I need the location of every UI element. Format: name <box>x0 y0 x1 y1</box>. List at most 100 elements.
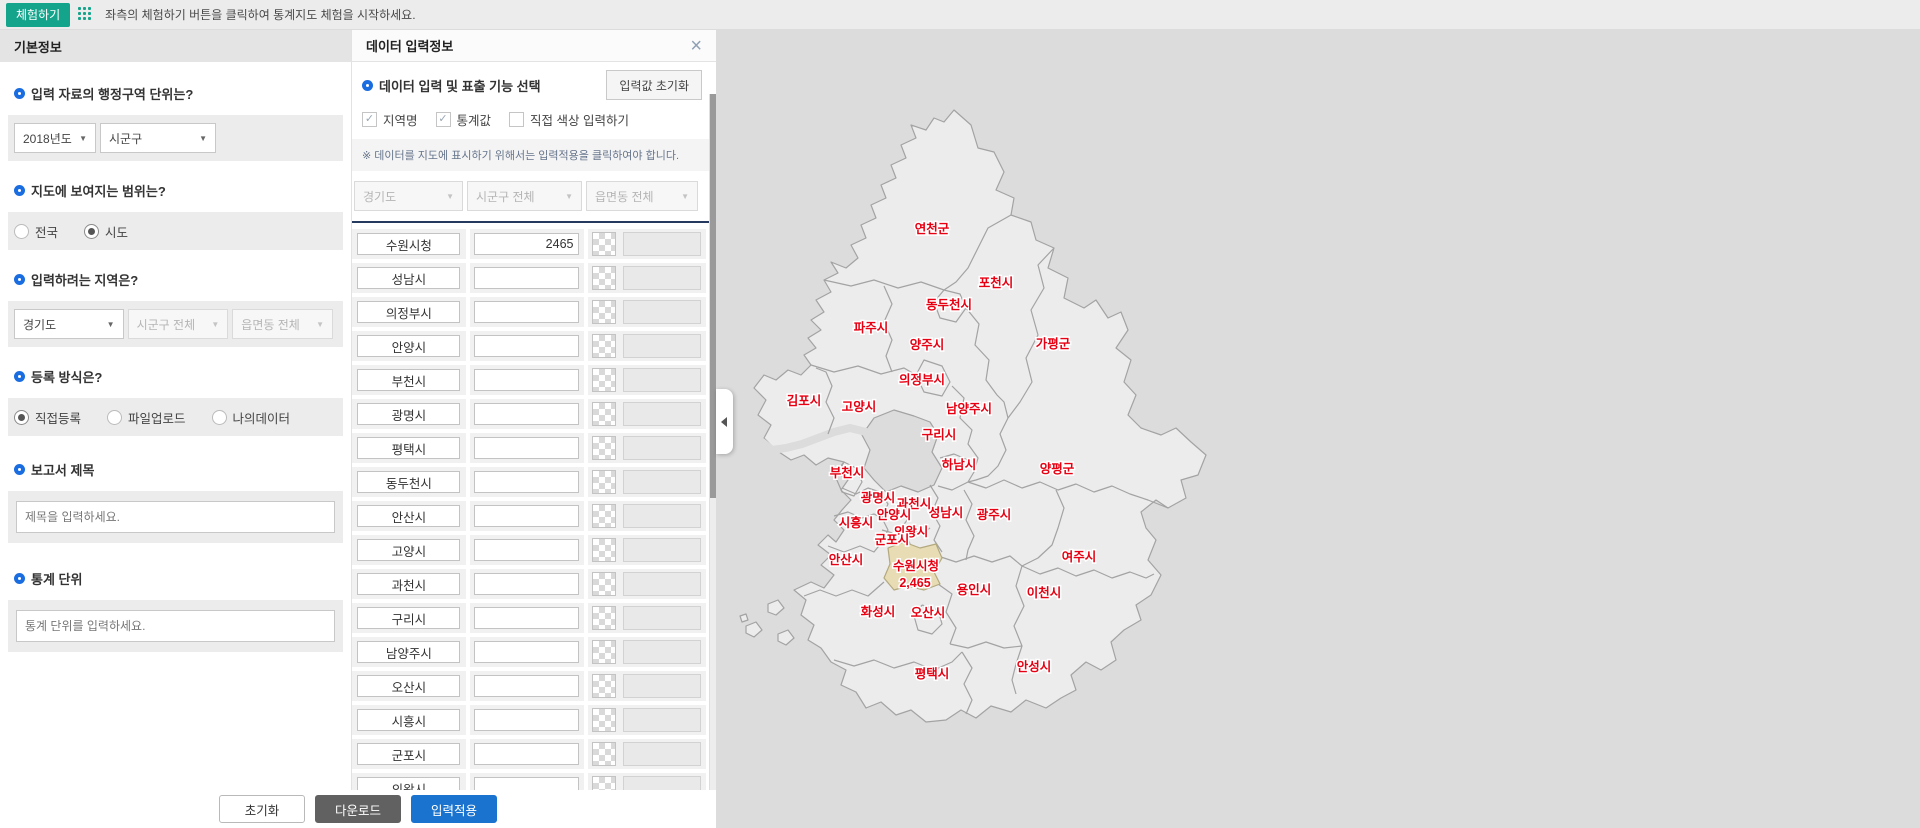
pattern-swatch[interactable] <box>592 368 617 392</box>
region-name-input[interactable] <box>357 709 461 731</box>
region-name-input[interactable] <box>357 539 461 561</box>
region-name-input[interactable] <box>357 573 461 595</box>
pattern-swatch[interactable] <box>592 334 617 358</box>
region-value-input[interactable] <box>474 743 580 765</box>
region-value-input[interactable] <box>474 335 580 357</box>
region-name-input[interactable] <box>357 233 461 255</box>
region-value-input[interactable] <box>474 675 580 697</box>
region-name-input[interactable] <box>357 403 461 425</box>
color-box[interactable] <box>623 606 702 630</box>
color-box[interactable] <box>623 368 702 392</box>
pattern-swatch[interactable] <box>592 266 617 290</box>
region-name-input[interactable] <box>357 369 461 391</box>
color-box[interactable] <box>623 572 702 596</box>
panel-collapse-handle[interactable] <box>716 389 733 454</box>
pattern-swatch[interactable] <box>592 776 617 790</box>
select-시군구[interactable]: 시군구 ▼ <box>100 123 216 153</box>
map-label-안성시: 안성시 <box>1017 659 1052 674</box>
color-box[interactable] <box>623 266 702 290</box>
apply-button[interactable]: 입력적용 <box>411 795 497 823</box>
select-시군구 전체: 시군구 전체 ▼ <box>467 181 582 211</box>
bullet-icon <box>14 464 25 475</box>
color-box[interactable] <box>623 742 702 766</box>
select-2018년도[interactable]: 2018년도 ▼ <box>14 123 96 153</box>
pattern-swatch[interactable] <box>592 572 617 596</box>
radio-전국[interactable]: 전국 <box>14 222 58 241</box>
scrollbar[interactable] <box>709 94 716 790</box>
gyeonggi-map[interactable]: 연천군포천시동두천시파주시양주시 가평군의정부시김포시 고양시 남양주시구리시하남시 양… <box>716 30 1920 827</box>
region-value-input[interactable] <box>474 777 580 790</box>
color-box[interactable] <box>623 776 702 790</box>
color-box[interactable] <box>623 436 702 460</box>
region-name-input[interactable] <box>357 301 461 323</box>
report-title-input[interactable] <box>16 501 335 533</box>
close-icon[interactable]: × <box>690 36 702 56</box>
region-name-input[interactable] <box>357 777 461 790</box>
region-value-input[interactable] <box>474 437 580 459</box>
region-value-input[interactable] <box>474 607 580 629</box>
region-value-input[interactable] <box>474 573 580 595</box>
region-row <box>352 433 706 463</box>
color-box[interactable] <box>623 402 702 426</box>
region-value-input[interactable] <box>474 471 580 493</box>
try-button[interactable]: 체험하기 <box>6 2 71 27</box>
region-name-input[interactable] <box>357 641 461 663</box>
pattern-swatch[interactable] <box>592 640 617 664</box>
checkbox-직접 색상 입력하기[interactable]: ✓직접 색상 입력하기 <box>509 110 629 129</box>
region-name-input[interactable] <box>357 267 461 289</box>
color-box[interactable] <box>623 674 702 698</box>
color-box[interactable] <box>623 334 702 358</box>
pattern-swatch[interactable] <box>592 538 617 562</box>
region-name-input[interactable] <box>357 335 461 357</box>
region-name-input[interactable] <box>357 607 461 629</box>
region-value-input[interactable] <box>474 301 580 323</box>
color-box[interactable] <box>623 640 702 664</box>
map-label-김포시: 김포시 <box>787 393 822 408</box>
pattern-swatch[interactable] <box>592 232 617 256</box>
pattern-swatch[interactable] <box>592 470 617 494</box>
region-value-input[interactable] <box>474 709 580 731</box>
stat-unit-box <box>8 600 343 652</box>
color-box[interactable] <box>623 504 702 528</box>
region-name-input[interactable] <box>357 437 461 459</box>
color-box[interactable] <box>623 232 702 256</box>
pattern-swatch[interactable] <box>592 742 617 766</box>
pattern-swatch[interactable] <box>592 674 617 698</box>
map-area[interactable]: 연천군 포천시 동두천시 파주시 양주시 가평군 의정부시 김포시 고양시 남양주시 구리시 하남시 양… <box>716 30 1920 828</box>
map-label-양주시: 양주시 <box>910 337 945 352</box>
pattern-swatch[interactable] <box>592 504 617 528</box>
region-name-input[interactable] <box>357 743 461 765</box>
pattern-swatch[interactable] <box>592 300 617 324</box>
region-value-input[interactable] <box>474 641 580 663</box>
province-outline[interactable] <box>753 109 1207 723</box>
pattern-swatch[interactable] <box>592 436 617 460</box>
stat-unit-input[interactable] <box>16 610 335 642</box>
grid-menu-icon[interactable] <box>78 7 93 22</box>
select-경기도[interactable]: 경기도 ▼ <box>14 309 124 339</box>
reset-values-button[interactable]: 입력값 초기화 <box>606 70 702 100</box>
region-name-input[interactable] <box>357 675 461 697</box>
region-value-input[interactable] <box>474 505 580 527</box>
region-value-input[interactable] <box>474 539 580 561</box>
radio-파일업로드[interactable]: 파일업로드 <box>107 408 186 427</box>
color-box[interactable] <box>623 708 702 732</box>
reset-button[interactable]: 초기화 <box>219 795 305 823</box>
checkbox-통계값[interactable]: ✓ 통계값 <box>435 110 491 129</box>
region-value-input[interactable] <box>474 233 580 255</box>
pattern-swatch[interactable] <box>592 402 617 426</box>
checkbox-지역명[interactable]: ✓ 지역명 <box>362 110 418 129</box>
radio-시도[interactable]: 시도 <box>84 222 128 241</box>
color-box[interactable] <box>623 538 702 562</box>
radio-직접등록[interactable]: 직접등록 <box>14 408 81 427</box>
radio-나의데이터[interactable]: 나의데이터 <box>211 408 290 427</box>
pattern-swatch[interactable] <box>592 606 617 630</box>
region-name-input[interactable] <box>357 505 461 527</box>
region-value-input[interactable] <box>474 267 580 289</box>
pattern-swatch[interactable] <box>592 708 617 732</box>
region-value-input[interactable] <box>474 403 580 425</box>
region-name-input[interactable] <box>357 471 461 493</box>
download-button[interactable]: 다운로드 <box>315 795 401 823</box>
color-box[interactable] <box>623 300 702 324</box>
color-box[interactable] <box>623 470 702 494</box>
region-value-input[interactable] <box>474 369 580 391</box>
